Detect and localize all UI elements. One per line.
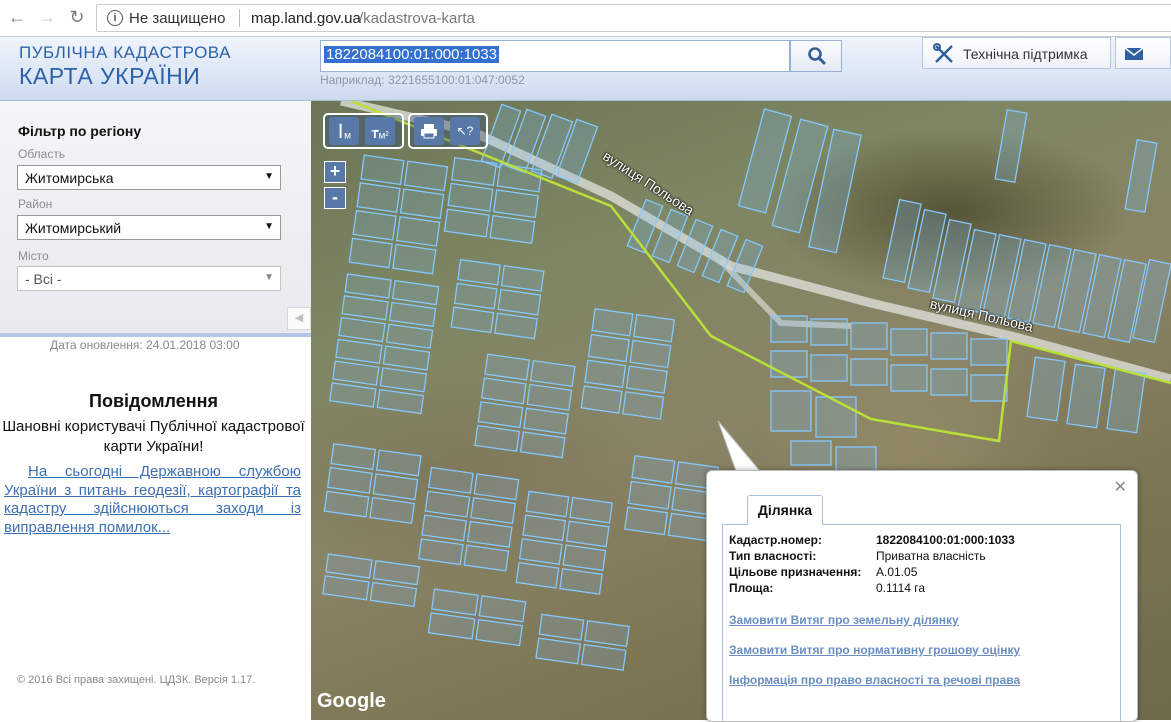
city-select[interactable]: - Всі - ▼	[17, 266, 281, 291]
search-button[interactable]	[790, 40, 842, 72]
dropdown-arrow-icon: ▼	[264, 221, 274, 232]
collapse-panel-button[interactable]: ◀	[287, 307, 311, 330]
parcel-info-popup: ✕ Ділянка Кадастр.номер: 1822084100:01:0…	[706, 470, 1138, 722]
address-divider	[239, 9, 240, 27]
rayon-select[interactable]: Житомирський ▼	[17, 215, 281, 240]
city-label: Місто	[18, 249, 49, 263]
notice-title: Повідомлення	[89, 391, 218, 411]
cursor-question-icon: ↖?	[456, 124, 474, 138]
support-label: Технічна підтримка	[963, 46, 1088, 62]
filter-title: Фільтр по регіону	[18, 123, 142, 139]
dropdown-arrow-icon: ▼	[264, 171, 274, 182]
tools-icon	[933, 43, 953, 63]
ownership-info-link[interactable]: Інформація про право власності та речові…	[729, 673, 1020, 687]
row-label: Кадастр.номер:	[729, 533, 822, 547]
oblast-value: Житомирська	[25, 170, 114, 186]
order-parcel-extract-link[interactable]: Замовити Витяг про земельну ділянку	[729, 613, 959, 627]
parcel-group-west	[322, 154, 719, 671]
reload-icon[interactable]: ↻	[66, 6, 88, 28]
close-icon[interactable]: ✕	[1114, 477, 1127, 497]
print-icon	[421, 124, 437, 139]
info-toolbar: ↖?	[408, 113, 488, 149]
ruler-icon: ┃м	[336, 124, 352, 142]
site-header: ПУБЛІЧНА КАДАСТРОВА КАРТА УКРАЇНИ 182208…	[0, 37, 1171, 101]
address-bar[interactable]: i Не защищено map.land.gov.ua /kadastrov…	[96, 4, 1171, 32]
row-label: Тип власності:	[729, 549, 817, 563]
logo-line-2[interactable]: КАРТА УКРАЇНИ	[19, 63, 200, 90]
search-icon	[808, 47, 826, 65]
mail-icon	[1124, 47, 1144, 60]
logo-line-1[interactable]: ПУБЛІЧНА КАДАСТРОВА	[19, 43, 231, 63]
oblast-select[interactable]: Житомирська ▼	[17, 165, 281, 190]
tab-parcel[interactable]: Ділянка	[747, 495, 823, 525]
notice-greeting: Шановні користувачі Публічної кадастрово…	[2, 418, 305, 455]
row-label: Площа:	[729, 581, 774, 595]
copyright: © 2016 Всі права захищені. ЦДЗК. Версія …	[17, 674, 256, 686]
row-value: 1822084100:01:000:1033	[876, 533, 1015, 547]
measure-toolbar: ┃м ┲м²	[323, 113, 404, 149]
url-host: map.land.gov.ua	[251, 10, 361, 27]
order-valuation-extract-link[interactable]: Замовити Витяг про нормативну грошову оц…	[729, 643, 1020, 657]
search-hint: Наприклад: 3221655100:01:047:0052	[320, 73, 525, 87]
identify-button[interactable]: ↖?	[450, 117, 480, 145]
update-date: Дата оновлення: 24.01.2018 03:00	[50, 338, 240, 352]
row-value: А.01.05	[876, 565, 918, 579]
cadastral-search-input[interactable]: 1822084100:01:000:1033	[320, 40, 790, 72]
back-icon[interactable]: ←	[6, 6, 28, 28]
row-value: 0.1114 га	[876, 581, 926, 595]
feedback-button[interactable]	[1115, 37, 1171, 69]
notice-link[interactable]: На сьогодні Державною службою України з …	[4, 463, 301, 537]
zoom-in-button[interactable]: +	[324, 161, 346, 183]
city-value: - Всі -	[25, 271, 62, 287]
forward-icon[interactable]: →	[36, 6, 58, 28]
parcel-group-south	[770, 315, 1146, 472]
info-icon[interactable]: i	[107, 10, 123, 26]
rayon-label: Район	[18, 197, 53, 211]
print-button[interactable]	[414, 117, 444, 145]
zoom-out-button[interactable]: -	[324, 187, 346, 209]
left-sidebar: Фільтр по регіону Область Житомирська ▼ …	[0, 101, 311, 698]
measure-area-button[interactable]: ┲м²	[365, 117, 395, 145]
measure-distance-button[interactable]: ┃м	[329, 117, 359, 145]
parcel-details: Кадастр.номер: 1822084100:01:000:1033 Ти…	[722, 524, 1121, 721]
url-path: /kadastrova-karta	[359, 10, 475, 27]
oblast-label: Область	[18, 147, 66, 161]
row-value: Приватна власність	[876, 549, 986, 563]
parcel-group-north	[480, 103, 1171, 344]
area-ruler-icon: ┲м²	[371, 124, 389, 142]
security-status: Не защищено	[129, 10, 226, 27]
region-filter: Фільтр по регіону Область Житомирська ▼ …	[0, 101, 311, 337]
chevron-left-icon: ◀	[294, 312, 304, 324]
row-label: Цільове призначення:	[729, 565, 862, 579]
rayon-value: Житомирський	[25, 220, 122, 236]
support-button[interactable]: Технічна підтримка	[922, 37, 1111, 69]
dropdown-arrow-icon: ▼	[264, 272, 274, 283]
search-value: 1822084100:01:000:1033	[324, 46, 500, 63]
browser-toolbar: ← → ↻ i Не защищено map.land.gov.ua /kad…	[0, 0, 1171, 37]
google-attribution: Google	[317, 690, 386, 712]
